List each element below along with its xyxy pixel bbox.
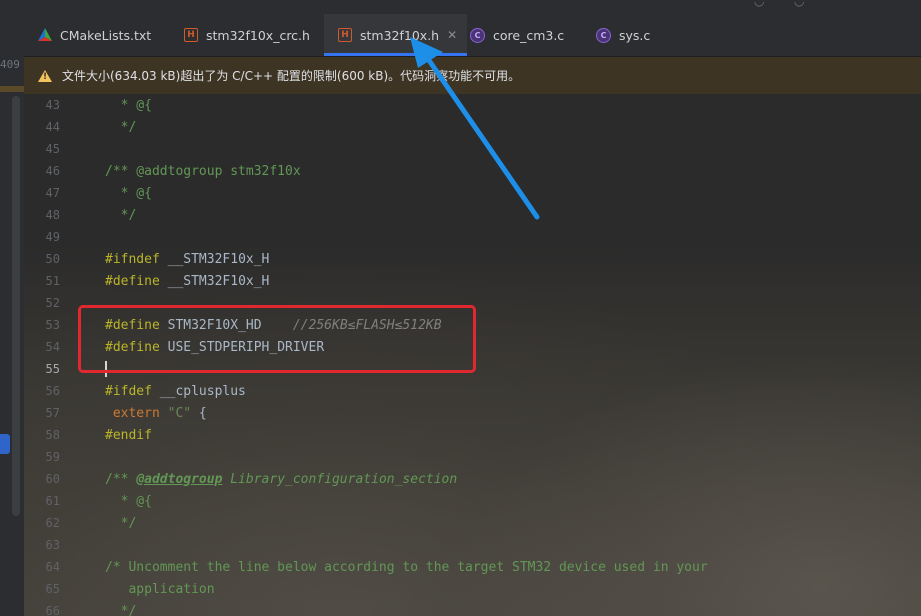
line-number: 53 bbox=[45, 318, 60, 332]
code-line[interactable]: 64 /* Uncomment the line below according … bbox=[24, 556, 921, 578]
left-notice-edge bbox=[0, 86, 24, 92]
code-line[interactable]: 57 extern "C" { bbox=[24, 402, 921, 424]
line-number: 57 bbox=[45, 406, 60, 420]
code-line[interactable]: 60 /** @addtogroup Library_configuration_… bbox=[24, 468, 921, 490]
code-line[interactable]: 56 #ifdef __cplusplus bbox=[24, 380, 921, 402]
line-number: 63 bbox=[45, 538, 60, 552]
line-number: 50 bbox=[45, 252, 60, 266]
warning-text: 文件大小(634.03 kB)超出了为 C/C++ 配置的限制(600 kB)。… bbox=[62, 69, 521, 83]
code-line[interactable]: 59 bbox=[24, 446, 921, 468]
line-number: 44 bbox=[45, 120, 60, 134]
line-number: 52 bbox=[45, 296, 60, 310]
tab-stm32f10x-h[interactable]: H stm32f10x.h ✕ bbox=[324, 14, 468, 56]
code-line[interactable]: 61 * @{ bbox=[24, 490, 921, 512]
line-number: 46 bbox=[45, 164, 60, 178]
tab-label: core_cm3.c bbox=[493, 27, 565, 43]
close-icon[interactable]: ✕ bbox=[447, 28, 457, 42]
line-number: 55 bbox=[45, 362, 60, 376]
tab-label: stm32f10x_crc.h bbox=[206, 27, 310, 43]
line-number: 62 bbox=[45, 516, 60, 530]
code-text: application bbox=[105, 581, 215, 597]
line-number: 64 bbox=[45, 560, 60, 574]
code-text: * @{ bbox=[105, 185, 152, 201]
tab-stm32f10x-crc-h[interactable]: H stm32f10x_crc.h bbox=[184, 14, 310, 56]
file-size-warning-banner: ! 文件大小(634.03 kB)超出了为 C/C++ 配置的限制(600 kB… bbox=[24, 57, 921, 94]
line-number: 61 bbox=[45, 494, 60, 508]
line-number: 60 bbox=[45, 472, 60, 486]
code-line[interactable]: 58 #endif bbox=[24, 424, 921, 446]
line-number: 48 bbox=[45, 208, 60, 222]
editor-tab-bar: CMakeLists.txt H stm32f10x_crc.h H stm32… bbox=[24, 14, 921, 57]
code-text: */ bbox=[105, 207, 137, 223]
line-number: 59 bbox=[45, 450, 60, 464]
code-line[interactable]: 47 * @{ bbox=[24, 182, 921, 204]
code-line[interactable]: 44 */ bbox=[24, 116, 921, 138]
header-file-icon: H bbox=[338, 28, 352, 42]
left-panel-scrollbar[interactable] bbox=[12, 96, 20, 516]
tab-label: CMakeLists.txt bbox=[60, 27, 152, 43]
code-line[interactable]: 63 bbox=[24, 534, 921, 556]
code-text: #endif bbox=[105, 427, 152, 443]
code-line[interactable]: 50 #ifndef __STM32F10x_H bbox=[24, 248, 921, 270]
line-number: 51 bbox=[45, 274, 60, 288]
code-line[interactable]: 48 */ bbox=[24, 204, 921, 226]
c-file-icon: C bbox=[596, 27, 611, 43]
tab-sys-c[interactable]: C sys.c bbox=[596, 14, 650, 56]
code-line[interactable]: 45 bbox=[24, 138, 921, 160]
line-number: 49 bbox=[45, 230, 60, 244]
header-file-icon: H bbox=[184, 28, 198, 42]
code-text: */ bbox=[105, 515, 137, 531]
line-number: 56 bbox=[45, 384, 60, 398]
left-panel-marker bbox=[0, 434, 10, 454]
tab-label: sys.c bbox=[619, 27, 651, 43]
line-number: 65 bbox=[45, 582, 60, 596]
code-line[interactable]: 66 */ bbox=[24, 600, 921, 616]
code-line[interactable]: 49 bbox=[24, 226, 921, 248]
line-number: 45 bbox=[45, 142, 60, 156]
code-line[interactable]: 46 /** @addtogroup stm32f10x bbox=[24, 160, 921, 182]
line-number: 43 bbox=[45, 98, 60, 112]
toolbar-icon[interactable]: ◡ bbox=[754, 0, 764, 8]
cmake-icon bbox=[38, 28, 52, 41]
code-line[interactable]: 43 * @{ bbox=[24, 94, 921, 116]
code-text: */ bbox=[105, 603, 137, 616]
left-panel-fragment: 409 bbox=[0, 58, 20, 71]
line-number: 47 bbox=[45, 186, 60, 200]
code-text: #ifdef __cplusplus bbox=[105, 383, 246, 399]
tab-label: stm32f10x.h bbox=[360, 27, 440, 43]
warning-icon: ! bbox=[38, 69, 52, 82]
code-text: * @{ bbox=[105, 493, 152, 509]
code-text: * @{ bbox=[105, 97, 152, 113]
toolbar-edge: ◡ ◡ bbox=[24, 0, 921, 14]
code-line[interactable]: 62 */ bbox=[24, 512, 921, 534]
code-text: #define __STM32F10x_H bbox=[105, 273, 270, 289]
toolbar-icon[interactable]: ◡ bbox=[794, 0, 804, 8]
line-number: 54 bbox=[45, 340, 60, 354]
line-number: 58 bbox=[45, 428, 60, 442]
code-line[interactable]: 65 application bbox=[24, 578, 921, 600]
code-text: /** @addtogroup Library_configuration_se… bbox=[105, 471, 458, 487]
code-text: #ifndef __STM32F10x_H bbox=[105, 251, 270, 267]
code-text: /** @addtogroup stm32f10x bbox=[105, 163, 301, 179]
tab-cmakelists[interactable]: CMakeLists.txt bbox=[38, 14, 151, 56]
highlight-box bbox=[78, 305, 476, 373]
c-file-icon: C bbox=[470, 27, 485, 43]
code-text: extern "C" { bbox=[112, 405, 207, 421]
code-text: */ bbox=[105, 119, 137, 135]
line-number: 66 bbox=[45, 604, 60, 616]
code-line[interactable]: 51 #define __STM32F10x_H bbox=[24, 270, 921, 292]
left-panel-strip: 409 bbox=[0, 0, 25, 616]
active-tab-indicator bbox=[324, 53, 468, 56]
code-text: /* Uncomment the line below according to… bbox=[105, 559, 708, 575]
tab-core-cm3-c[interactable]: C core_cm3.c bbox=[470, 14, 564, 56]
